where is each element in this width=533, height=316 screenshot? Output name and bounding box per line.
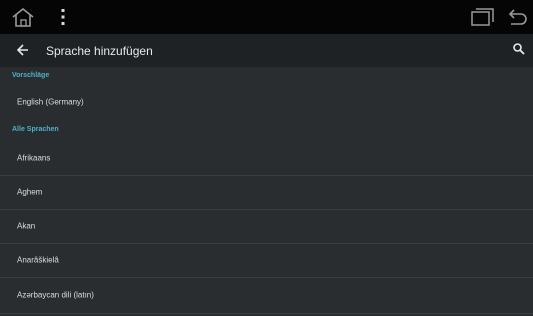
search-icon[interactable]	[512, 42, 526, 56]
list-item[interactable]: Afrikaans	[0, 141, 533, 175]
app-toolbar: Sprache hinzufügen	[0, 34, 533, 67]
list-item-label: Anarâškielâ	[17, 255, 59, 265]
more-vertical-icon[interactable]	[60, 8, 66, 26]
language-list: Vorschläge English (Germany) Alle Sprach…	[0, 67, 533, 316]
list-item[interactable]: Anarâškielâ	[0, 243, 533, 277]
list-item-label: Afrikaans	[17, 153, 51, 163]
page-title: Sprache hinzufügen	[46, 44, 153, 58]
system-back-icon[interactable]	[506, 7, 528, 27]
list-item-label: Akan	[17, 221, 36, 231]
list-item[interactable]: Akan	[0, 209, 533, 243]
section-header-all-languages: Alle Sprachen	[12, 126, 59, 133]
back-arrow-icon[interactable]	[14, 42, 32, 58]
list-item[interactable]: Aghem	[0, 175, 533, 209]
list-item-suggested[interactable]: English (Germany)	[0, 85, 533, 119]
divider	[0, 313, 533, 314]
system-status-bar	[0, 0, 533, 34]
list-item[interactable]: Azərbaycan dili (latın)	[0, 278, 533, 312]
recent-apps-icon[interactable]	[470, 6, 496, 28]
list-item-label: Aghem	[17, 187, 43, 197]
section-header-suggestions: Vorschläge	[12, 72, 50, 79]
list-item-label: English (Germany)	[17, 97, 84, 107]
home-icon[interactable]	[10, 6, 36, 28]
list-item-label: Azərbaycan dili (latın)	[17, 290, 94, 300]
